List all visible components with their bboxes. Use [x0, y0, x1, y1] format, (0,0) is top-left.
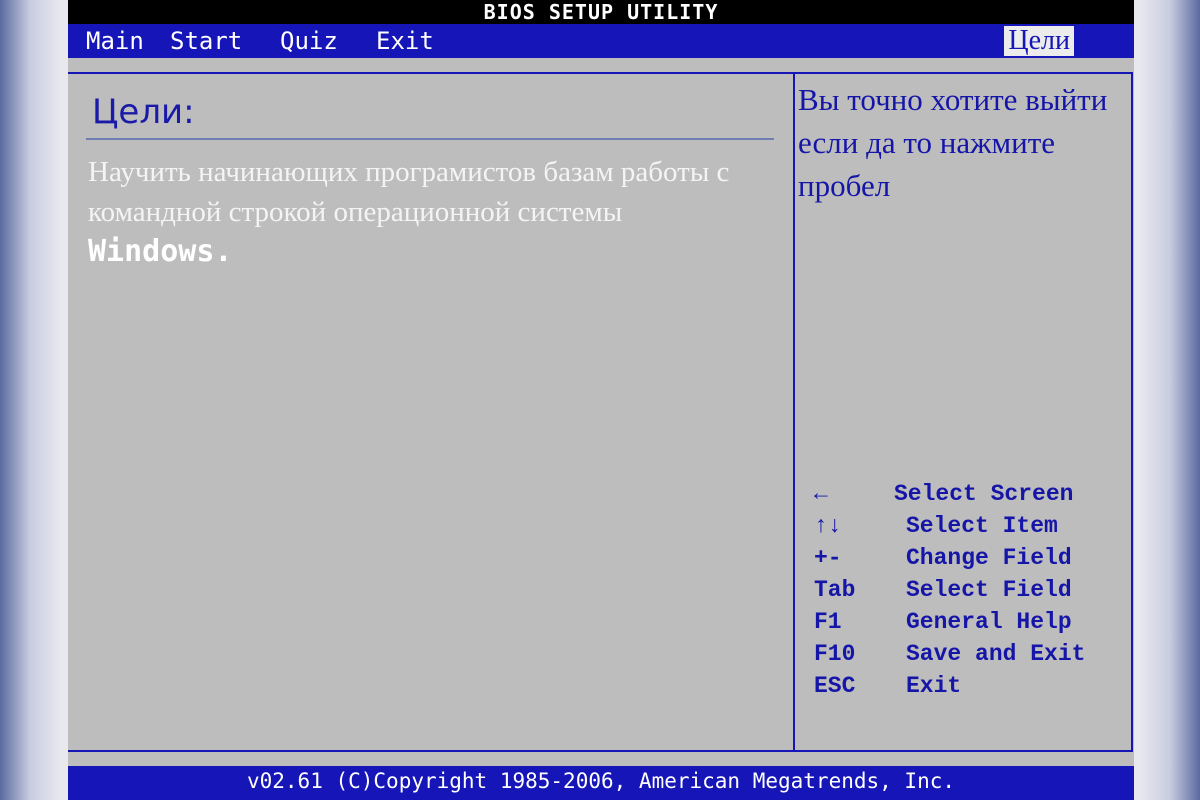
goal-description-text: Научить начинающих програмистов базам ра…: [88, 156, 730, 228]
key-row: F1 General Help: [814, 606, 1134, 638]
menu-bar: Main Start Quiz Exit Цели: [68, 24, 1134, 58]
key-row: Tab Select Field: [814, 574, 1134, 606]
key-description: Select Screen: [894, 481, 1074, 507]
menu-item-start[interactable]: Start: [170, 24, 242, 58]
menu-item-exit[interactable]: Exit: [376, 24, 434, 58]
goal-description: Научить начинающих програмистов базам ра…: [88, 152, 768, 272]
key-row: ↑↓ Select Item: [814, 510, 1134, 542]
key-row: ← Select Screen: [814, 478, 1134, 510]
heading-divider: [86, 138, 774, 140]
key-row: F10 Save and Exit: [814, 638, 1134, 670]
key-name: ←: [814, 481, 828, 507]
key-name: ESC: [814, 673, 856, 699]
page-title: Цели:: [92, 92, 195, 132]
key-description: General Help: [906, 609, 1072, 635]
key-name: F1: [814, 609, 842, 635]
key-description: Save and Exit: [906, 641, 1086, 667]
menu-item-active-goals[interactable]: Цели: [1004, 26, 1074, 56]
menu-item-main[interactable]: Main: [86, 24, 144, 58]
key-row: ESC Exit: [814, 670, 1134, 702]
key-description: Select Item: [906, 513, 1058, 539]
key-row: +- Change Field: [814, 542, 1134, 574]
key-legend: ← Select Screen ↑↓ Select Item +- Change…: [814, 478, 1134, 702]
bios-screen: BIOS SETUP UTILITY Main Start Quiz Exit …: [68, 0, 1134, 800]
key-name: Tab: [814, 577, 856, 603]
key-name: ↑↓: [814, 513, 842, 539]
menu-item-quiz[interactable]: Quiz: [280, 24, 338, 58]
exit-help-text: Вы точно хотите выйти если да то нажмите…: [798, 82, 1108, 203]
windows-word: Windows.: [88, 234, 233, 269]
key-description: Select Field: [906, 577, 1072, 603]
key-name: +-: [814, 545, 842, 571]
copyright-footer: v02.61 (C)Copyright 1985-2006, American …: [68, 766, 1134, 800]
key-description: Change Field: [906, 545, 1072, 571]
key-name: F10: [814, 641, 856, 667]
key-description: Exit: [906, 673, 962, 699]
window-title: BIOS SETUP UTILITY: [68, 0, 1134, 24]
